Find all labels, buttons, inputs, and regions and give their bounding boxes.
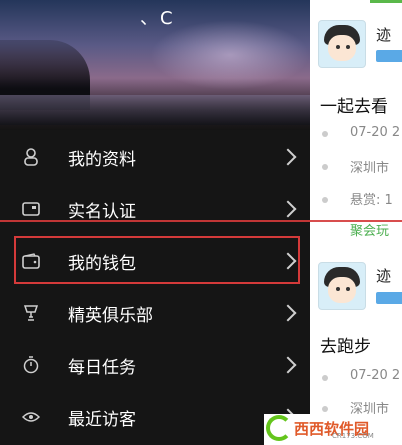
wallet-highlight-box	[14, 236, 300, 284]
chevron-right-icon	[279, 356, 297, 374]
post-footer-link[interactable]: 聚会玩	[350, 220, 389, 239]
logo-icon	[266, 415, 292, 441]
watermark-url: CR173.COM	[332, 432, 374, 440]
location-dot-icon	[322, 406, 328, 412]
avatar[interactable]	[318, 20, 366, 68]
location-dot-icon	[322, 164, 328, 170]
avatar[interactable]	[318, 262, 366, 310]
timer-icon	[22, 356, 40, 374]
post-time: 07-20 2	[350, 125, 401, 140]
post-title[interactable]: 去跑步	[320, 332, 371, 357]
chevron-right-icon	[279, 200, 297, 218]
annotation-divider	[0, 220, 402, 222]
post-location: 深圳市	[350, 161, 390, 176]
user-tag-badge	[376, 292, 402, 304]
id-card-icon	[22, 200, 40, 218]
chevron-right-icon	[279, 148, 297, 166]
menu-item-label: 实名认证	[68, 201, 136, 222]
menu-item-daily-tasks[interactable]: 每日任务	[0, 339, 310, 391]
post-user-name[interactable]: 迹	[376, 265, 391, 286]
menu-item-verification[interactable]: 实名认证	[0, 183, 310, 235]
profile-header-image: 、C	[0, 0, 310, 130]
menu-item-label: 精英俱乐部	[68, 305, 153, 326]
person-icon	[22, 148, 40, 166]
time-dot-icon	[322, 375, 328, 381]
reward-dot-icon	[322, 197, 328, 203]
post-title[interactable]: 一起去看	[320, 92, 388, 117]
feed-panel: 迹 一起去看 07-20 2 深圳市 悬赏: 1 聚会玩 迹 去跑步 07-20…	[300, 0, 402, 445]
menu-item-label: 最近访客	[68, 409, 136, 430]
post-time: 07-20 2	[350, 368, 401, 383]
profile-user-name[interactable]: 、C	[140, 4, 175, 30]
tab-indicator	[370, 0, 402, 3]
user-tag-badge	[376, 50, 402, 62]
time-dot-icon	[322, 131, 328, 137]
chevron-right-icon	[279, 304, 297, 322]
navigation-drawer: 、C 我的资料 实名认证 我的钱包 精英俱乐部 每日任务 最近访客	[0, 0, 310, 445]
post-user-name[interactable]: 迹	[376, 24, 391, 45]
eye-icon	[22, 408, 40, 426]
menu-item-label: 我的资料	[68, 149, 136, 170]
post-reward: 悬赏: 1	[350, 193, 393, 208]
trophy-icon	[22, 304, 40, 322]
menu-item-label: 每日任务	[68, 357, 136, 378]
menu-item-elite-club[interactable]: 精英俱乐部	[0, 287, 310, 339]
watermark-logo: 西西软件园 CR173.COM	[264, 414, 402, 445]
menu-item-profile[interactable]: 我的资料	[0, 131, 310, 183]
